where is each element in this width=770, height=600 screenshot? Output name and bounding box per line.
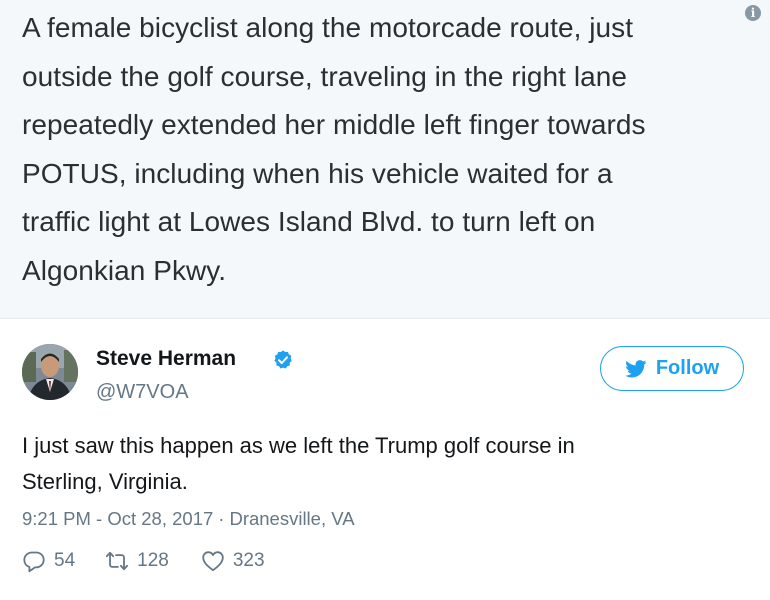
tweet-meta: 9:21 PM - Oct 28, 2017 · Dranesville, VA <box>22 508 355 530</box>
reply-count: 54 <box>54 550 76 571</box>
quoted-text-line: A female bicyclist along the motorcade r… <box>22 12 634 43</box>
like-count: 323 <box>232 550 265 571</box>
retweet-button[interactable]: 128 <box>105 549 169 573</box>
heart-icon <box>202 551 224 572</box>
tweet-actions: 54 128 323 <box>22 546 265 576</box>
follow-button[interactable]: Follow <box>600 346 744 391</box>
tweet-text: I just saw this happen as we left the Tr… <box>22 428 722 500</box>
quoted-text-line: outside the golf course, traveling in th… <box>22 60 627 92</box>
avatar-image <box>22 344 78 400</box>
quoted-text: A female bicyclist along the motorcade r… <box>22 4 747 295</box>
tweet-timestamp[interactable]: 9:21 PM - Oct 28, 2017 <box>22 508 213 529</box>
verified-badge-icon <box>274 350 292 369</box>
avatar[interactable] <box>22 344 78 400</box>
quoted-text-line: Algonkian Pkwy. <box>22 254 227 286</box>
retweet-count: 128 <box>137 550 169 571</box>
like-button[interactable]: 323 <box>201 549 265 573</box>
tweet-text-line: Sterling, Virginia. <box>22 469 188 494</box>
info-icon[interactable]: i <box>745 5 761 21</box>
meta-separator: · <box>218 508 225 529</box>
follow-button-label: Follow <box>655 357 720 379</box>
twitter-bird-icon <box>625 359 647 377</box>
quoted-text-line: POTUS, including when his vehicle waited… <box>22 157 613 189</box>
quoted-block: A female bicyclist along the motorcade r… <box>0 0 770 319</box>
quoted-text-line: repeatedly extended her middle left fing… <box>22 109 646 140</box>
tweet-text-line: I just saw this happen as we left the Tr… <box>22 433 575 458</box>
quoted-text-line: traffic light at Lowes Island Blvd. to t… <box>22 206 596 237</box>
user-handle[interactable]: @W7VOA <box>96 381 189 404</box>
reply-button[interactable]: 54 <box>22 549 75 573</box>
display-name[interactable]: Steve Herman <box>96 347 236 371</box>
tweet-location[interactable]: Dranesville, VA <box>229 508 354 529</box>
reply-icon <box>23 551 45 573</box>
retweet-icon <box>106 551 129 571</box>
